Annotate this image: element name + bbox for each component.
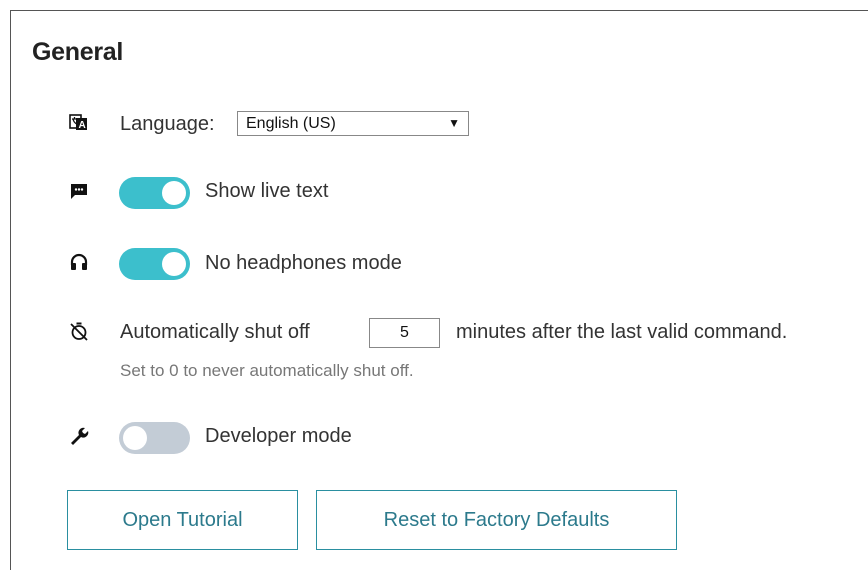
language-label: Language:: [120, 113, 215, 135]
headphones-label: No headphones mode: [205, 252, 402, 274]
shutoff-minutes-input[interactable]: 5: [369, 318, 440, 348]
reset-defaults-button[interactable]: Reset to Factory Defaults: [316, 490, 677, 550]
shutoff-label: Automatically shut off: [120, 321, 310, 343]
chevron-down-icon: ▼: [448, 116, 460, 130]
wrench-icon: [68, 425, 90, 447]
developer-label: Developer mode: [205, 425, 352, 447]
live-text-label: Show live text: [205, 180, 329, 202]
headphones-toggle[interactable]: [119, 248, 190, 280]
translate-icon: A: [68, 111, 90, 133]
shutoff-hint: Set to 0 to never automatically shut off…: [120, 361, 414, 380]
svg-text:A: A: [79, 120, 86, 131]
developer-toggle[interactable]: [119, 422, 190, 454]
language-select-value: English (US): [246, 115, 336, 132]
shutoff-suffix-label: minutes after the last valid command.: [456, 321, 788, 343]
toggle-knob: [162, 252, 186, 276]
live-text-toggle[interactable]: [119, 177, 190, 209]
headphones-icon: [68, 251, 90, 273]
chat-icon: [68, 180, 90, 202]
language-select[interactable]: English (US) ▼: [237, 111, 469, 136]
section-title: General: [32, 38, 124, 66]
settings-panel: [10, 10, 868, 570]
toggle-knob: [162, 181, 186, 205]
timer-off-icon: [68, 320, 90, 342]
toggle-knob: [123, 426, 147, 450]
open-tutorial-button[interactable]: Open Tutorial: [67, 490, 298, 550]
